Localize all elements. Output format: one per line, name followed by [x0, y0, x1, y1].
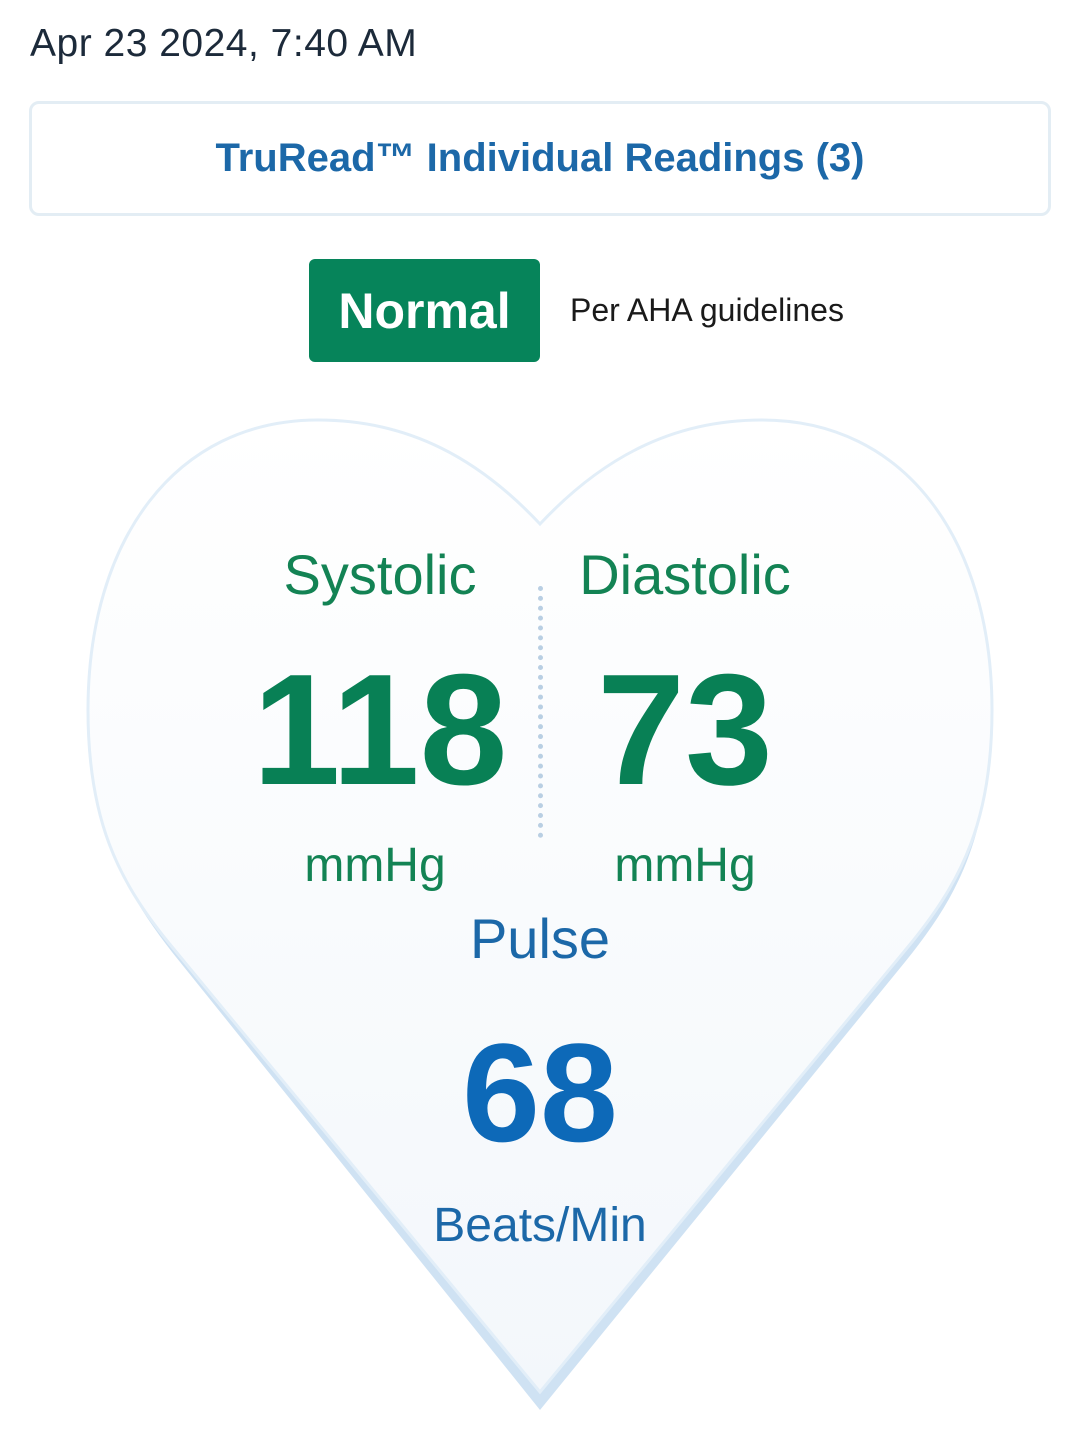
diastolic-unit: mmHg — [614, 839, 756, 892]
systolic-unit: mmHg — [304, 839, 446, 892]
systolic-label: Systolic — [283, 543, 477, 606]
pulse-label: Pulse — [469, 907, 611, 970]
systolic-value: 118 — [252, 642, 508, 818]
diastolic-value: 73 — [597, 642, 773, 818]
diastolic-label: Diastolic — [579, 543, 791, 606]
pulse-unit: Beats/Min — [433, 1199, 647, 1252]
pulse-value: 68 — [462, 1014, 618, 1171]
heart-panel: Systolic Diastolic 118 73 mmHg mmHg Puls… — [0, 0, 1080, 1450]
reading-detail-screen: Apr 23 2024, 7:40 AM TruRead™ Individual… — [0, 0, 1080, 1450]
